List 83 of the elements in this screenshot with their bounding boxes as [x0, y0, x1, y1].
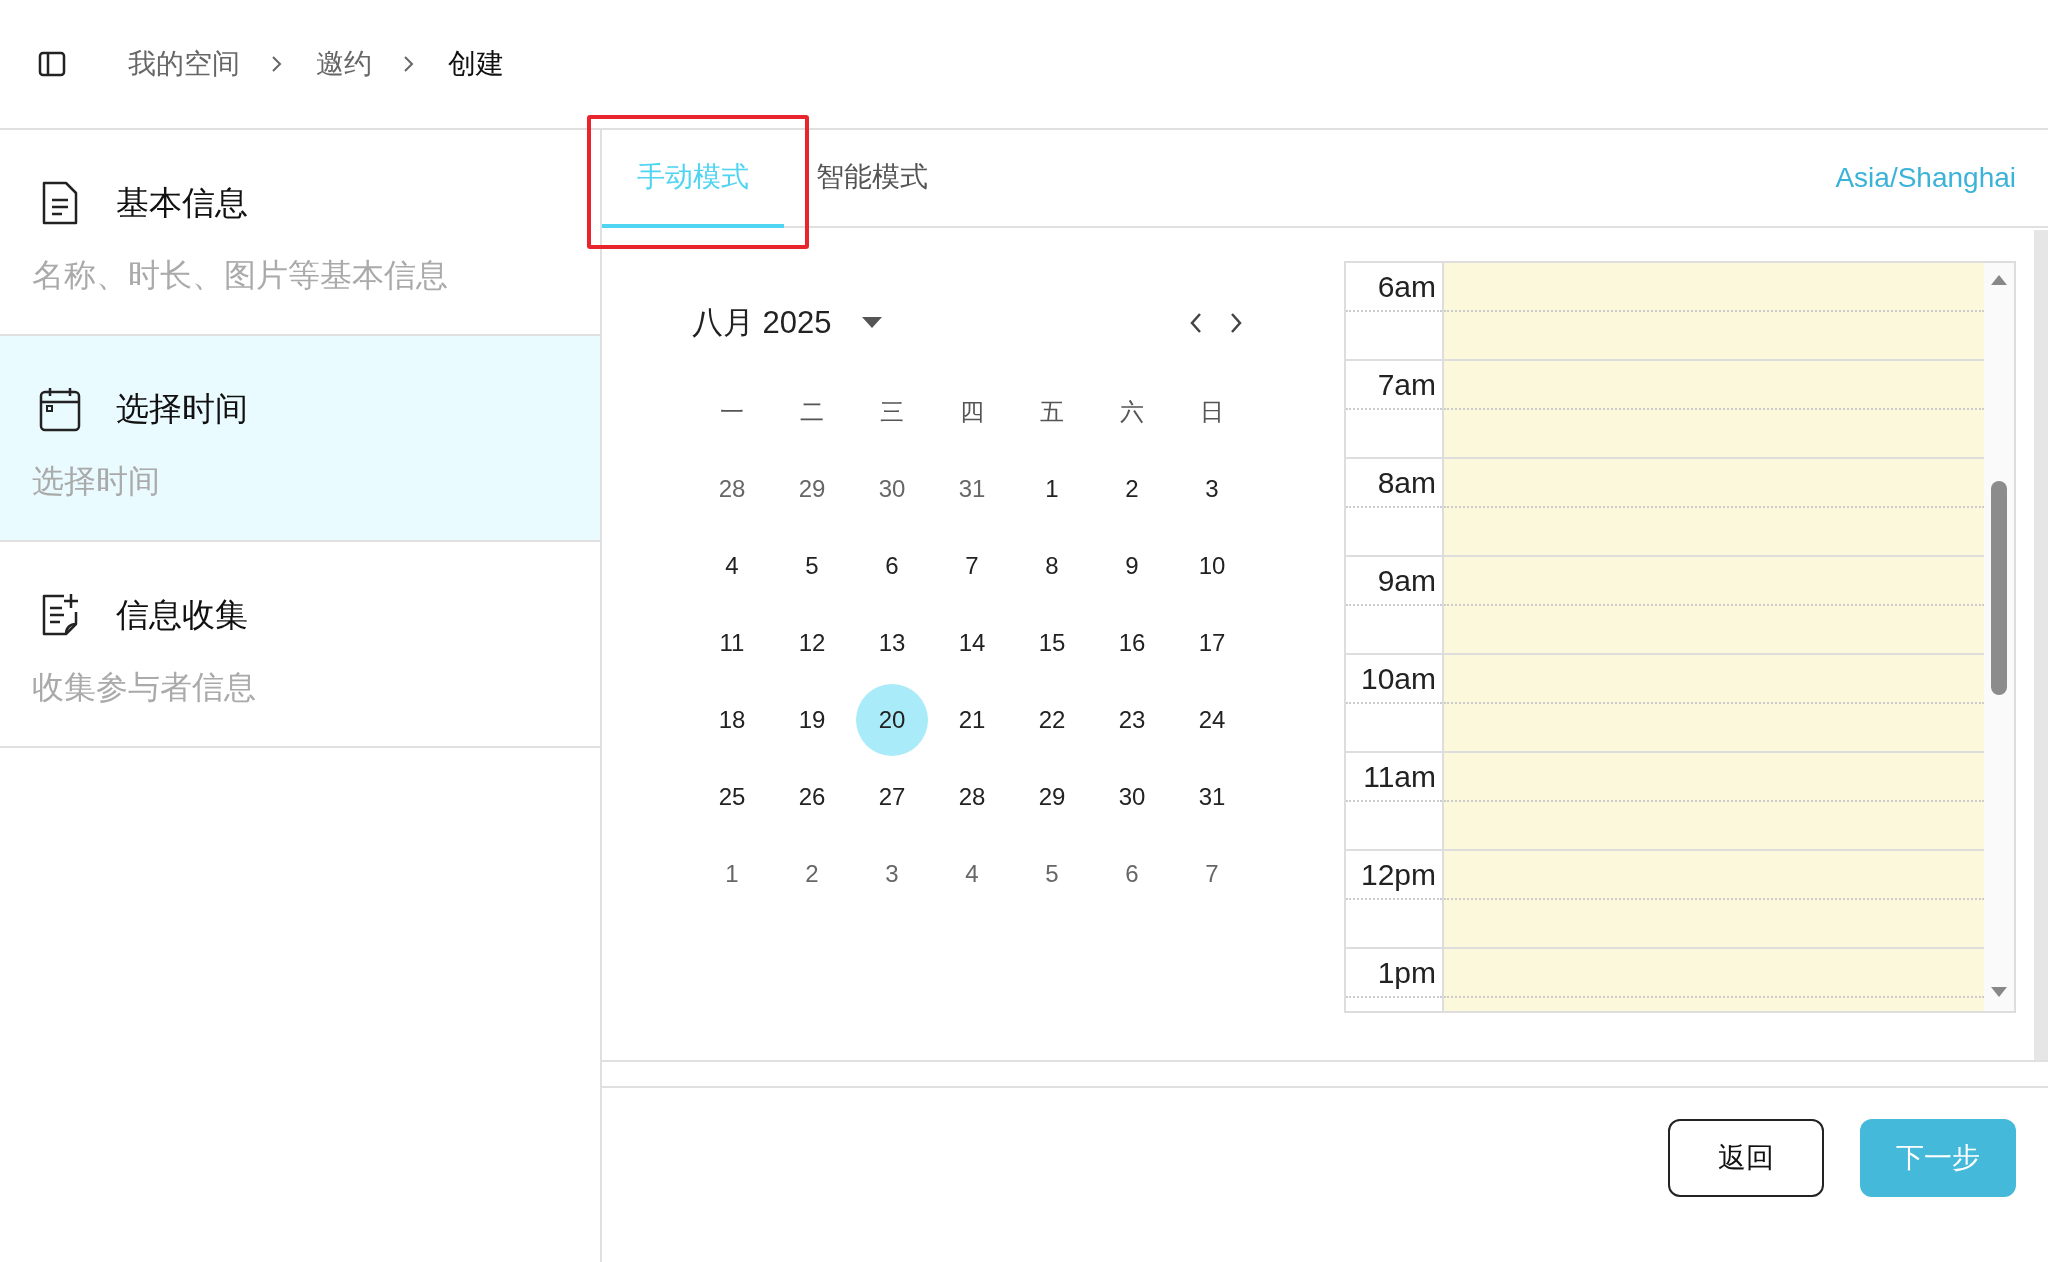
- calendar-day[interactable]: 14: [936, 606, 1008, 679]
- calendar-day[interactable]: 24: [1176, 683, 1248, 756]
- calendar-day[interactable]: 23: [1096, 683, 1168, 756]
- weekday-label: 日: [1200, 397, 1224, 427]
- calendar-day[interactable]: 19: [776, 683, 848, 756]
- step-item[interactable]: 选择时间 选择时间: [0, 336, 600, 542]
- page-scrollbar[interactable]: [2034, 230, 2048, 1060]
- hour-label: 1pm: [1377, 955, 1436, 990]
- calendar-day[interactable]: 11: [696, 606, 768, 679]
- calendar-day[interactable]: 27: [856, 760, 928, 833]
- calendar-day[interactable]: 8: [1016, 529, 1088, 602]
- calendar-day[interactable]: 4: [696, 529, 768, 602]
- step-title: 基本信息: [116, 182, 248, 223]
- weekday-label: 三: [880, 397, 904, 427]
- back-button[interactable]: 返回: [1668, 1119, 1824, 1197]
- breadcrumb-link[interactable]: 我的空间: [128, 45, 240, 83]
- step-subtitle: 选择时间: [32, 462, 161, 501]
- calendar-day[interactable]: 5: [1016, 837, 1088, 910]
- hour-label: 6am: [1377, 269, 1436, 304]
- calendar-day[interactable]: 2: [1096, 452, 1168, 525]
- calendar-day[interactable]: 7: [936, 529, 1008, 602]
- calendar-icon: [38, 386, 82, 432]
- weekday-label: 五: [1040, 397, 1064, 427]
- breadcrumb-link[interactable]: 邀约: [316, 45, 372, 83]
- calendar-day[interactable]: 28: [696, 452, 768, 525]
- step-subtitle: 收集参与者信息: [32, 668, 257, 707]
- calendar-day[interactable]: 30: [856, 452, 928, 525]
- mode-tab[interactable]: 智能模式: [804, 130, 940, 228]
- hour-label: 8am: [1377, 465, 1436, 500]
- calendar-day[interactable]: 31: [1176, 760, 1248, 833]
- step-title: 选择时间: [116, 388, 248, 429]
- calendar-day[interactable]: 3: [856, 837, 928, 910]
- calendar-day[interactable]: 10: [1176, 529, 1248, 602]
- scroll-up-icon[interactable]: [1991, 275, 2007, 285]
- calendar-day[interactable]: 22: [1016, 683, 1088, 756]
- hour-label: 10am: [1360, 661, 1436, 696]
- calendar-day[interactable]: 18: [696, 683, 768, 756]
- calendar-day[interactable]: 5: [776, 529, 848, 602]
- calendar-day[interactable]: 6: [856, 529, 928, 602]
- calendar-day[interactable]: 1: [1016, 452, 1088, 525]
- hour-label: 11am: [1363, 759, 1436, 794]
- calendar-day[interactable]: 1: [696, 837, 768, 910]
- chevron-left-icon[interactable]: [1188, 311, 1204, 335]
- calendar-day[interactable]: 15: [1016, 606, 1088, 679]
- chevron-right-icon: [270, 54, 284, 74]
- weekday-label: 六: [1120, 397, 1144, 427]
- calendar-day[interactable]: 9: [1096, 529, 1168, 602]
- calendar-day[interactable]: 30: [1096, 760, 1168, 833]
- calendar-day[interactable]: 29: [776, 452, 848, 525]
- breadcrumb-link[interactable]: 创建: [448, 45, 504, 83]
- calendar-day[interactable]: 21: [936, 683, 1008, 756]
- calendar-day[interactable]: 6: [1096, 837, 1168, 910]
- hour-label: 12pm: [1360, 857, 1436, 892]
- calendar-day[interactable]: 16: [1096, 606, 1168, 679]
- weekday-label: 一: [720, 397, 744, 427]
- sidebar-toggle-icon[interactable]: [38, 50, 66, 78]
- chevron-right-icon: [402, 54, 416, 74]
- scrollbar[interactable]: [1984, 263, 2014, 1011]
- chevron-right-icon[interactable]: [1228, 311, 1244, 335]
- step-subtitle: 名称、时长、图片等基本信息: [32, 256, 449, 295]
- calendar-day[interactable]: 25: [696, 760, 768, 833]
- hour-label: 9am: [1377, 563, 1436, 598]
- weekday-label: 四: [960, 397, 984, 427]
- calendar-day[interactable]: 12: [776, 606, 848, 679]
- calendar-day[interactable]: 2: [776, 837, 848, 910]
- scroll-down-icon[interactable]: [1991, 987, 2007, 997]
- calendar-day[interactable]: 29: [1016, 760, 1088, 833]
- weekday-label: 二: [800, 397, 824, 427]
- step-item[interactable]: 信息收集 收集参与者信息: [0, 542, 600, 748]
- calendar-day[interactable]: 31: [936, 452, 1008, 525]
- calendar-day[interactable]: 4: [936, 837, 1008, 910]
- calendar-day[interactable]: 20: [856, 683, 928, 756]
- calendar-day[interactable]: 26: [776, 760, 848, 833]
- hour-label: 7am: [1377, 367, 1436, 402]
- scroll-thumb[interactable]: [1991, 481, 2007, 695]
- calendar-day[interactable]: 13: [856, 606, 928, 679]
- calendar-day[interactable]: 17: [1176, 606, 1248, 679]
- month-title: 八月 2025: [692, 304, 832, 342]
- calendar-day[interactable]: 28: [936, 760, 1008, 833]
- caret-down-icon[interactable]: [861, 317, 882, 329]
- step-title: 信息收集: [116, 594, 248, 635]
- calendar-day[interactable]: 7: [1176, 837, 1248, 910]
- calendar-day[interactable]: 3: [1176, 452, 1248, 525]
